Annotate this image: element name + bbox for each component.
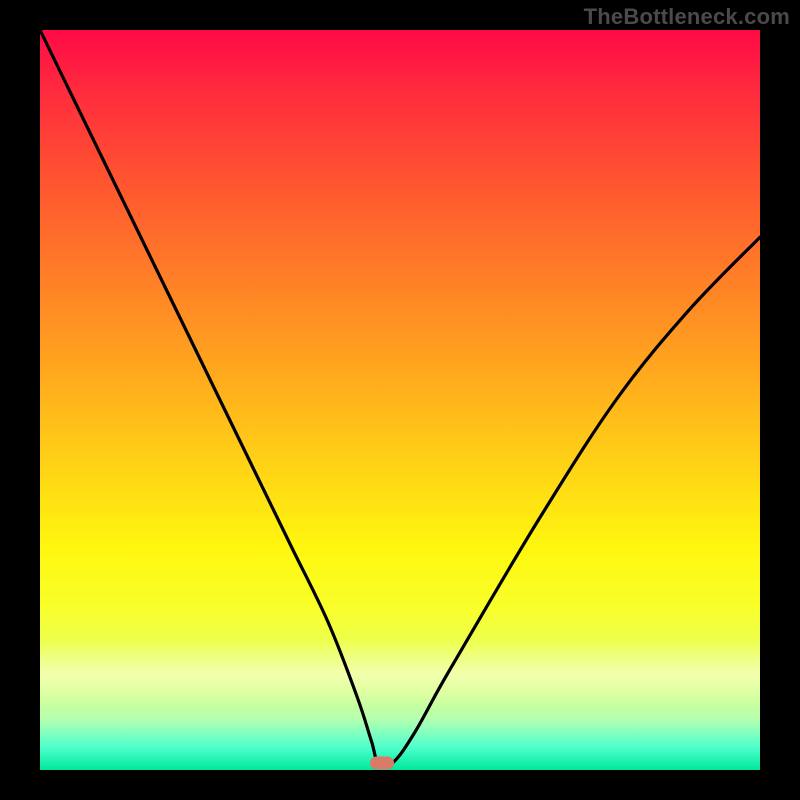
curve-svg bbox=[40, 30, 760, 770]
optimal-point-marker bbox=[370, 756, 394, 769]
plot-area bbox=[40, 30, 760, 770]
watermark-text: TheBottleneck.com bbox=[584, 4, 790, 30]
chart-frame: TheBottleneck.com bbox=[0, 0, 800, 800]
bottleneck-curve-path bbox=[40, 30, 760, 766]
